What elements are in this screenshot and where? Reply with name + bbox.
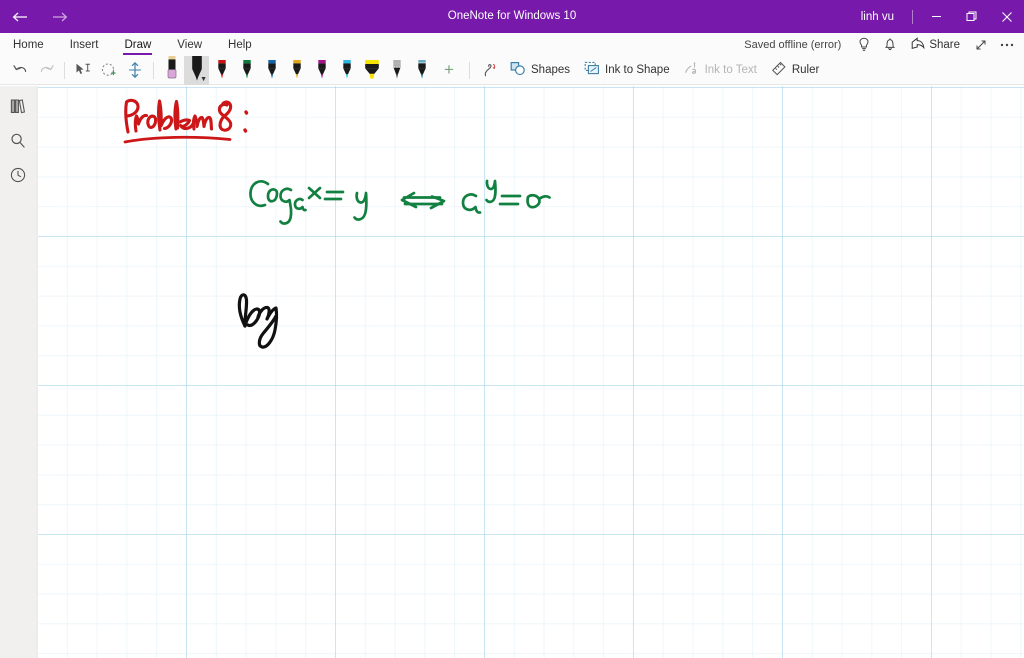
tool-eraser[interactable] bbox=[159, 55, 184, 85]
bell-icon[interactable] bbox=[877, 33, 903, 56]
ink-to-text-icon bbox=[684, 61, 700, 79]
shapes-button[interactable]: Shapes bbox=[503, 57, 577, 84]
lasso-select-button[interactable] bbox=[96, 57, 122, 84]
ink-to-text-label: Ink to Text bbox=[704, 64, 757, 76]
recent-clock-icon bbox=[9, 166, 27, 189]
tool-highlighter-yellow[interactable] bbox=[359, 56, 384, 85]
toolbar-divider-3 bbox=[469, 61, 470, 79]
tool-pen-gold[interactable] bbox=[284, 56, 309, 85]
tab-draw[interactable]: Draw bbox=[111, 33, 164, 56]
ink-to-shape-label: Ink to Shape bbox=[605, 64, 670, 76]
draw-toolbar: ▼ + Shapes Ink to Shape Ink to Text Rule… bbox=[0, 55, 1024, 85]
close-button[interactable] bbox=[989, 0, 1024, 33]
tab-insert[interactable]: Insert bbox=[57, 33, 112, 56]
ink-stroke-log-definition-equation[interactable] bbox=[244, 164, 584, 234]
onenote-app-window: OneNote for Windows 10 linh vu Home Inse… bbox=[0, 0, 1024, 658]
tool-pen-magenta[interactable] bbox=[309, 56, 334, 85]
maximize-restore-button[interactable] bbox=[954, 0, 989, 33]
ribbon-right-group: Saved offline (error) Share bbox=[744, 33, 1020, 56]
save-status-text: Saved offline (error) bbox=[744, 38, 842, 51]
select-ink-button[interactable] bbox=[70, 57, 96, 84]
expand-diagonal-icon[interactable] bbox=[968, 33, 994, 56]
ink-to-shape-icon bbox=[584, 61, 600, 79]
insert-space-button[interactable] bbox=[122, 57, 148, 84]
ruler-label: Ruler bbox=[791, 64, 820, 76]
undo-button[interactable] bbox=[7, 57, 33, 84]
add-pen-button[interactable]: + bbox=[434, 57, 464, 84]
tool-pen-cyan[interactable] bbox=[334, 56, 359, 85]
ink-stroke-log-word[interactable] bbox=[198, 276, 308, 356]
title-divider bbox=[912, 9, 913, 24]
sidebar-item-recent[interactable] bbox=[0, 160, 36, 194]
ruler-icon bbox=[771, 61, 787, 79]
search-icon bbox=[9, 132, 27, 155]
tab-help[interactable]: Help bbox=[215, 33, 265, 56]
sidebar-item-search[interactable] bbox=[0, 126, 36, 160]
tool-pen-red[interactable] bbox=[209, 56, 234, 85]
redo-button[interactable] bbox=[33, 57, 59, 84]
title-bar-right: linh vu bbox=[849, 0, 1024, 33]
left-navigation-sidebar bbox=[0, 86, 36, 658]
shapes-icon bbox=[510, 61, 526, 79]
note-page-canvas[interactable] bbox=[36, 86, 1024, 658]
tool-pencil-gray[interactable] bbox=[384, 56, 409, 85]
share-label: Share bbox=[929, 38, 960, 51]
sidebar-item-notebooks[interactable] bbox=[0, 92, 36, 126]
lightbulb-icon[interactable] bbox=[851, 33, 877, 56]
tool-pen-black[interactable]: ▼ bbox=[184, 55, 209, 85]
tab-view[interactable]: View bbox=[164, 33, 215, 56]
title-bar: OneNote for Windows 10 linh vu bbox=[0, 0, 1024, 33]
navigation-buttons bbox=[0, 0, 80, 33]
minimize-button[interactable] bbox=[919, 0, 954, 33]
toolbar-divider-1 bbox=[64, 61, 65, 79]
chevron-down-icon[interactable]: ▼ bbox=[200, 76, 207, 83]
share-button[interactable]: Share bbox=[903, 33, 968, 56]
tool-pen-steel[interactable] bbox=[409, 56, 434, 85]
ink-to-text-button[interactable]: Ink to Text bbox=[677, 57, 764, 84]
forward-arrow-icon[interactable] bbox=[40, 0, 80, 33]
ribbon-tab-bar: Home Insert Draw View Help Saved offline… bbox=[0, 33, 1024, 56]
share-icon bbox=[911, 36, 925, 53]
ruler-button[interactable]: Ruler bbox=[764, 57, 826, 84]
ink-replay-button[interactable] bbox=[475, 57, 503, 84]
notebooks-icon bbox=[9, 98, 28, 120]
back-arrow-icon[interactable] bbox=[0, 0, 40, 33]
ellipsis-icon[interactable] bbox=[994, 33, 1020, 56]
ink-stroke-problem-8-heading[interactable] bbox=[84, 90, 264, 150]
tab-home[interactable]: Home bbox=[0, 33, 57, 56]
tool-pen-blue[interactable] bbox=[259, 56, 284, 85]
account-name[interactable]: linh vu bbox=[849, 11, 906, 23]
shapes-label: Shapes bbox=[531, 64, 571, 76]
ink-to-shape-button[interactable]: Ink to Shape bbox=[577, 57, 677, 84]
toolbar-divider-2 bbox=[153, 61, 154, 79]
tool-pen-green[interactable] bbox=[234, 56, 259, 85]
